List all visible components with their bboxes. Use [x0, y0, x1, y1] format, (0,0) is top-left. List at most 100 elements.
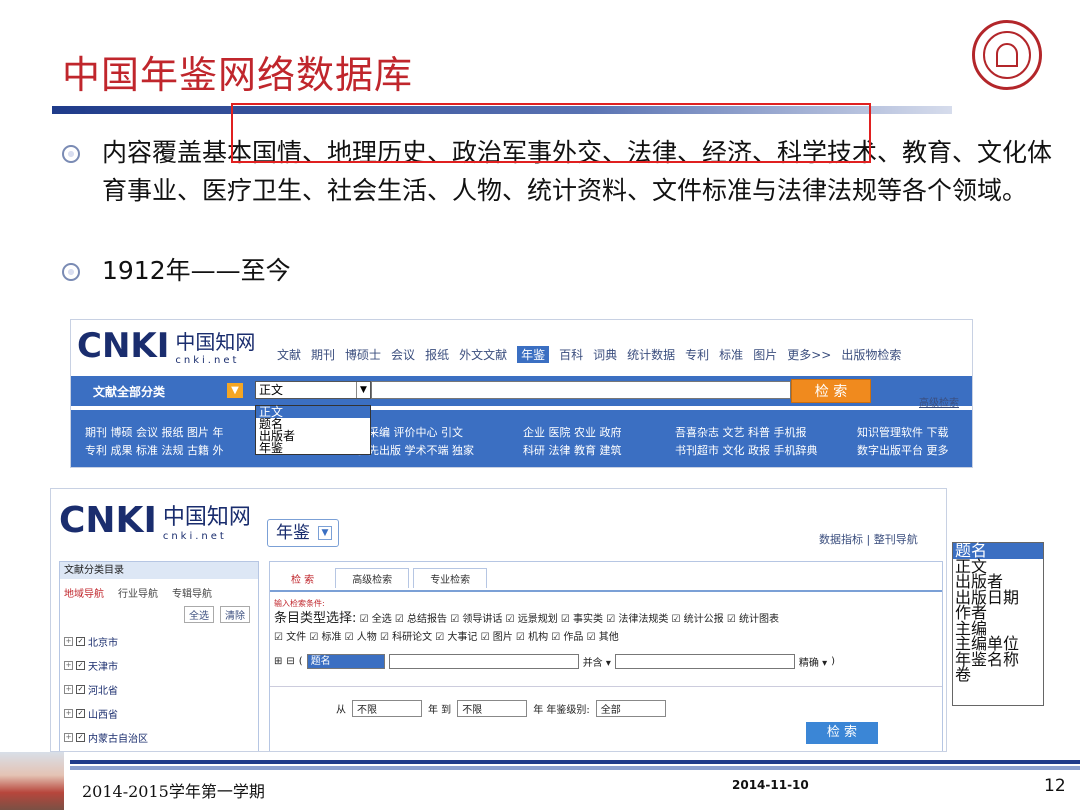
from-year-select[interactable]: 不限	[352, 700, 422, 717]
tab-special[interactable]: 专辑导航	[172, 585, 212, 600]
checkbox[interactable]: ✓	[76, 685, 85, 694]
nav-item[interactable]: 报纸	[425, 346, 449, 363]
add-row-icon[interactable]: ⊞	[274, 656, 282, 667]
links-row[interactable]: 书刊超市 文化 政报 手机辞典	[675, 442, 818, 458]
search-panel: 检 索 高级检索 专业检索 输入检索条件: 条目类型选择: ☑ 全选 ☑ 总结报…	[269, 561, 943, 751]
footer-divider	[70, 760, 1080, 770]
cnki-home-screenshot: CNKI 中国知网 cnki.net 文献 期刊 博硕士 会议 报纸 外文文献 …	[70, 319, 973, 468]
nav-item-yearbook[interactable]: 年鉴	[517, 346, 550, 363]
expand-icon[interactable]: +	[64, 661, 73, 670]
chevron-down-icon[interactable]: ▼	[356, 382, 370, 398]
bullet-years: 1912年——至今	[62, 252, 1052, 290]
nav-item[interactable]: 标准	[719, 346, 743, 363]
tab-region[interactable]: 地域导航	[64, 585, 104, 600]
nav-item-more[interactable]: 更多>>	[787, 346, 831, 363]
nav-item[interactable]: 博硕士	[345, 346, 381, 363]
links-row[interactable]: 优先出版 学术不端 独家	[357, 442, 474, 458]
province-item[interactable]: + ✓ 北京市	[64, 634, 118, 649]
checkbox[interactable]: ✓	[76, 637, 85, 646]
nav-item-publication-search[interactable]: 出版物检索	[841, 346, 901, 363]
tab-advanced-search[interactable]: 高级检索	[335, 568, 410, 588]
sidebar-buttons: 全选 清除	[184, 606, 250, 623]
links-row[interactable]: 刊采编 评价中心 引文	[357, 424, 463, 440]
entry-type-options[interactable]: ☑ 文件 ☑ 标准 ☑ 人物 ☑ 科研论文 ☑ 大事记 ☑ 图片 ☑ 机构 ☑ …	[274, 632, 619, 643]
search-bar: 文献全部分类 ▼ 正文 ▼ 检 索	[71, 376, 972, 406]
expand-icon[interactable]: +	[64, 685, 73, 694]
province-label: 北京市	[88, 638, 118, 649]
slide-title: 中国年鉴网络数据库	[62, 53, 414, 97]
chevron-down-icon[interactable]: ▼	[227, 383, 243, 398]
yearbook-screenshot: CNKI 中国知网 cnki.net 年鉴 ▼ 数据指标 | 整刊导航 文献分类…	[50, 488, 947, 752]
query-field-select[interactable]: 题名	[306, 654, 385, 669]
field-select[interactable]: 正文 ▼	[255, 381, 371, 399]
dropdown-option[interactable]: 年鉴	[256, 442, 370, 454]
links-row[interactable]: 专利 成果 标准 法规 古籍 外	[85, 442, 223, 458]
search-input[interactable]	[371, 381, 791, 399]
clear-button[interactable]: 清除	[220, 606, 250, 623]
province-item[interactable]: + ✓ 天津市	[64, 658, 118, 673]
chevron-down-icon[interactable]: ▼	[318, 526, 332, 540]
links-row[interactable]: 知识管理软件 下载	[857, 424, 949, 440]
province-label: 山西省	[88, 710, 118, 721]
checkbox[interactable]: ✓	[76, 733, 85, 742]
combine-select[interactable]: 并含 ▾	[583, 654, 611, 669]
bullet-text: 1912年——至今	[102, 256, 291, 285]
links-row[interactable]: 科研 法律 教育 建筑	[523, 442, 622, 458]
checkbox[interactable]: ✓	[76, 709, 85, 718]
province-item[interactable]: + ✓ 山西省	[64, 706, 118, 721]
top-links[interactable]: 数据指标 | 整刊导航	[819, 531, 918, 547]
database-select[interactable]: 年鉴 ▼	[267, 519, 339, 547]
query-row: ⊞ ⊟ ( 题名 并含 ▾ 精确 ▾ )	[274, 654, 835, 669]
page-number: 12	[1044, 776, 1066, 796]
to-label: 年 到	[428, 705, 452, 716]
nav-item[interactable]: 会议	[391, 346, 415, 363]
select-all-button[interactable]: 全选	[184, 606, 214, 623]
tab-expert-search[interactable]: 专业检索	[413, 568, 488, 588]
nav-item[interactable]: 专利	[685, 346, 709, 363]
highlight-box	[231, 103, 871, 163]
nav-item[interactable]: 文献	[277, 346, 301, 363]
nav-item[interactable]: 百科	[559, 346, 583, 363]
search-hint: 输入检索条件:	[274, 599, 325, 608]
links-row[interactable]: 期刊 博硕 会议 报纸 图片 年	[85, 424, 223, 440]
entry-type-label: 条目类型选择:	[274, 611, 357, 626]
tab-industry[interactable]: 行业导航	[118, 585, 158, 600]
nav-item[interactable]: 外文文献	[459, 346, 507, 363]
search-button[interactable]: 检 索	[791, 379, 871, 403]
entry-type-options[interactable]: ☑ 全选 ☑ 总结报告 ☑ 领导讲话 ☑ 远景规划 ☑ 事实类 ☑ 法律法规类 …	[360, 614, 779, 625]
nav-item[interactable]: 统计数据	[627, 346, 675, 363]
advanced-search-link[interactable]: 高级检索	[919, 394, 959, 409]
cnki-logo-cn: 中国知网	[175, 330, 256, 354]
tab-search[interactable]: 检 索	[274, 568, 331, 588]
cnki-logo-sub: cnki.net	[162, 531, 227, 542]
cnki-logo-mark: CNKI	[59, 500, 157, 541]
cnki-logo-cn: 中国知网	[162, 505, 251, 530]
nav-item[interactable]: 图片	[753, 346, 777, 363]
nav-item[interactable]: 词典	[593, 346, 617, 363]
links-row[interactable]: 企业 医院 农业 政府	[523, 424, 622, 440]
expand-icon[interactable]: +	[64, 637, 73, 646]
query-input-1[interactable]	[388, 654, 579, 669]
nav-item[interactable]: 期刊	[311, 346, 335, 363]
expand-icon[interactable]: +	[64, 709, 73, 718]
checkbox[interactable]: ✓	[76, 661, 85, 670]
remove-row-icon[interactable]: ⊟	[286, 656, 294, 667]
category-label[interactable]: 文献全部分类	[93, 383, 165, 400]
list-option[interactable]: 卷	[953, 667, 1043, 683]
query-input-2[interactable]	[614, 654, 795, 669]
sidebar-title: 文献分类目录	[60, 562, 258, 579]
province-item[interactable]: + ✓ 河北省	[64, 682, 118, 697]
sidebar-tabs: 地域导航 行业导航 专辑导航	[60, 579, 258, 606]
cnki-logo: CNKI 中国知网 cnki.net	[77, 326, 255, 366]
level-select[interactable]: 全部	[595, 700, 666, 717]
links-row[interactable]: 数字出版平台 更多	[857, 442, 949, 458]
expand-icon[interactable]: +	[64, 733, 73, 742]
footer-term: 2014-2015学年第一学期	[82, 782, 265, 801]
province-item[interactable]: + ✓ 内蒙古自治区	[64, 730, 148, 745]
search-button[interactable]: 检 索	[806, 722, 878, 744]
cnki-logo-mark: CNKI	[77, 326, 170, 366]
university-seal-icon	[972, 20, 1042, 90]
match-select[interactable]: 精确 ▾	[799, 654, 827, 669]
links-row[interactable]: 吾喜杂志 文艺 科普 手机报	[675, 424, 807, 440]
to-year-select[interactable]: 不限	[457, 700, 528, 717]
